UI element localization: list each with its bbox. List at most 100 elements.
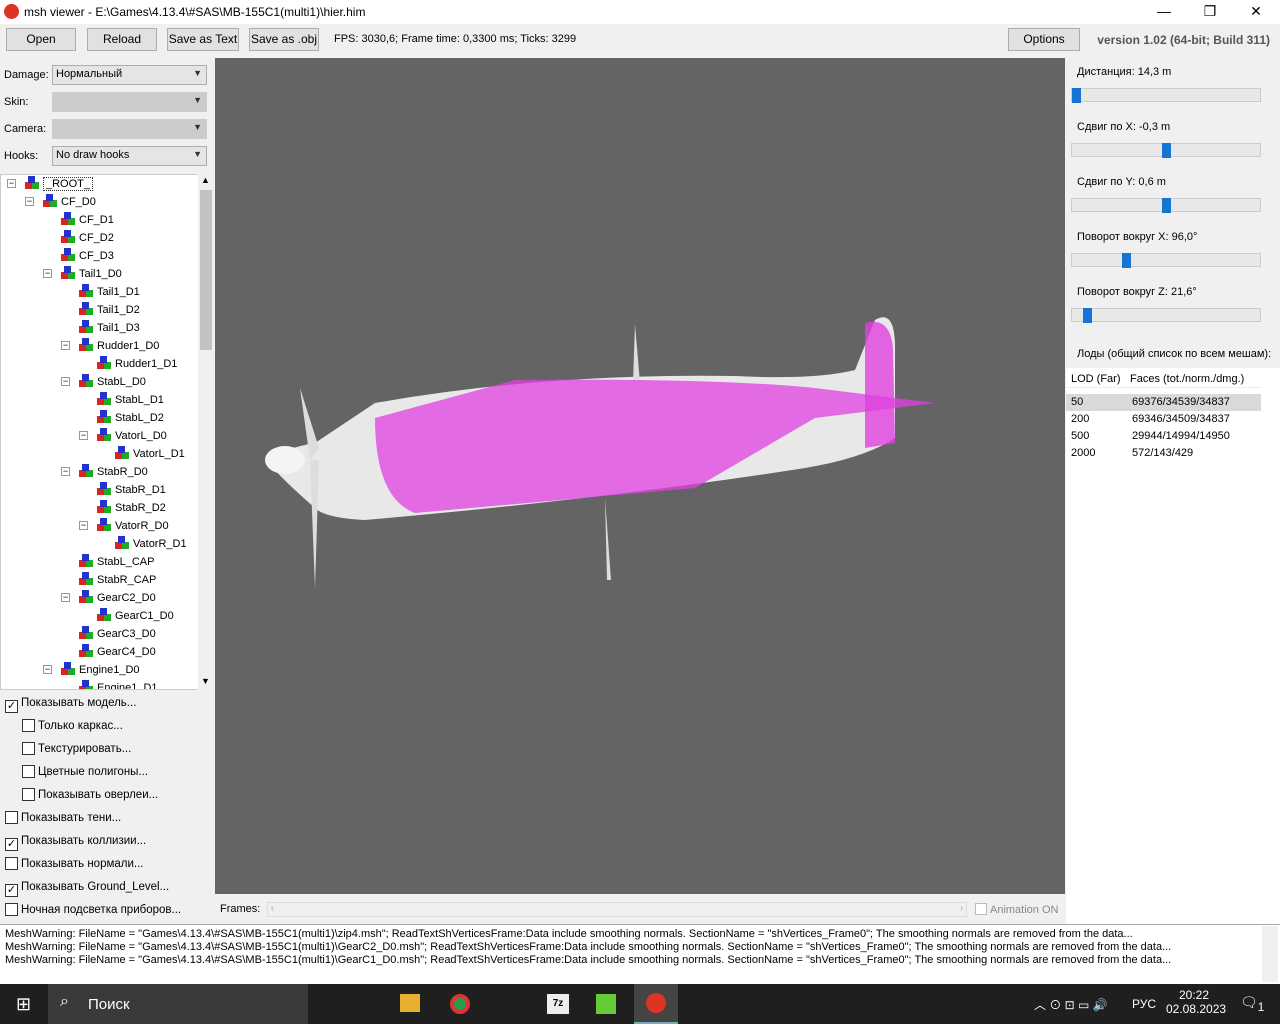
checkbox-option[interactable]: Цветные полигоны... — [22, 764, 148, 782]
tree-node[interactable]: GearC1_D0 — [97, 607, 174, 625]
collapse-icon[interactable]: − — [61, 593, 70, 602]
language-indicator[interactable]: РУС — [1132, 997, 1156, 1011]
slider-thumb[interactable] — [1072, 88, 1081, 103]
faces-header[interactable]: Faces (tot./norm./dmg.) — [1130, 373, 1244, 385]
checkbox[interactable] — [5, 811, 18, 824]
hierarchy-tree[interactable]: − _ROOT_ − CF_D0 CF_D1 CF_D2 CF_D3− Tail1_D0 Tai… — [0, 174, 214, 690]
tree-node[interactable]: − GearC2_D0 — [61, 589, 156, 607]
notifications-icon[interactable]: 🗨1 — [1240, 994, 1264, 1014]
tree-scrollbar[interactable]: ▲ ▼ — [198, 174, 214, 690]
tree-node[interactable]: − Rudder1_D0 — [61, 337, 159, 355]
scrollbar-thumb[interactable] — [200, 190, 212, 350]
checkbox[interactable] — [5, 857, 18, 870]
collapse-icon[interactable]: − — [79, 431, 88, 440]
animation-checkbox[interactable]: Animation ON — [975, 903, 1058, 916]
tree-node[interactable]: StabR_CAP — [79, 571, 156, 589]
tree-node[interactable]: CF_D1 — [61, 211, 114, 229]
tree-node[interactable]: StabR_D2 — [97, 499, 166, 517]
checkbox-option[interactable]: Показывать нормали... — [5, 856, 144, 874]
checkbox-option[interactable]: Показывать тени... — [5, 810, 121, 828]
collapse-icon[interactable]: − — [43, 665, 52, 674]
tree-node[interactable]: GearC3_D0 — [79, 625, 156, 643]
checkbox[interactable]: ✓ — [5, 700, 18, 713]
slider[interactable] — [1071, 198, 1261, 213]
chrome-icon[interactable] — [450, 994, 470, 1014]
tree-node[interactable]: Tail1_D2 — [79, 301, 140, 319]
close-button[interactable]: ✕ — [1233, 0, 1279, 24]
collapse-icon[interactable]: − — [43, 269, 52, 278]
tray-icons[interactable]: ︿ ⊙ ⊡ ▭ 🔊 — [1034, 996, 1108, 1013]
scroll-up-icon[interactable]: ▲ — [201, 175, 210, 185]
damage-select[interactable]: Нормальный ▼ — [52, 65, 207, 85]
slider-thumb[interactable] — [1162, 143, 1171, 158]
checkbox-option[interactable]: Показывать оверлеи... — [22, 787, 158, 805]
tree-node[interactable]: CF_D3 — [61, 247, 114, 265]
checkbox[interactable] — [5, 903, 18, 916]
checkbox-option[interactable]: Только каркас... — [22, 718, 123, 736]
lod-header[interactable]: LOD (Far) — [1071, 373, 1121, 385]
tree-node[interactable]: GearC4_D0 — [79, 643, 156, 661]
explorer-icon[interactable] — [400, 994, 420, 1012]
tree-node[interactable]: − StabR_D0 — [61, 463, 148, 481]
checkbox-option[interactable]: Ночная подсветка приборов... — [5, 902, 181, 920]
collapse-icon[interactable]: − — [61, 467, 70, 476]
tree-node[interactable]: − Tail1_D0 — [43, 265, 122, 283]
collapse-icon[interactable]: − — [61, 377, 70, 386]
options-button[interactable]: Options — [1008, 28, 1080, 51]
reload-button[interactable]: Reload — [87, 28, 157, 51]
scroll-down-icon[interactable]: ▼ — [201, 676, 210, 686]
slider-thumb[interactable] — [1082, 308, 1092, 323]
slider[interactable] — [1071, 253, 1261, 268]
tree-node[interactable]: StabL_D2 — [97, 409, 164, 427]
checkbox-option[interactable]: ✓ Показывать модель... — [5, 695, 136, 713]
tree-node[interactable]: VatorR_D1 — [115, 535, 187, 553]
lod-row[interactable]: 2000 572/143/429 — [1066, 445, 1261, 462]
tree-node[interactable]: − VatorR_D0 — [79, 517, 169, 535]
collapse-icon[interactable]: − — [61, 341, 70, 350]
tree-node[interactable]: StabL_D1 — [97, 391, 164, 409]
clock[interactable]: 20:22 02.08.2023 — [1166, 988, 1226, 1016]
lod-row[interactable]: 200 69346/34509/34837 — [1066, 411, 1261, 428]
checkbox[interactable] — [22, 788, 35, 801]
tree-node[interactable]: − StabL_D0 — [61, 373, 146, 391]
tree-node[interactable]: Rudder1_D1 — [97, 355, 177, 373]
hooks-select[interactable]: No draw hooks ▼ — [52, 146, 207, 166]
checkbox[interactable] — [22, 742, 35, 755]
lod-table[interactable]: LOD (Far) Faces (tot./norm./dmg.) 50 6937… — [1066, 368, 1280, 924]
maximize-button[interactable]: ❐ — [1187, 0, 1233, 24]
slider-thumb[interactable] — [1122, 253, 1132, 268]
minimize-button[interactable]: — — [1141, 0, 1187, 24]
app-icon-taskbar[interactable] — [596, 994, 616, 1014]
checkbox[interactable]: ✓ — [5, 884, 18, 897]
skin-select[interactable]: ▼ — [52, 92, 207, 112]
checkbox-option[interactable]: ✓ Показывать Ground_Level... — [5, 879, 169, 897]
camera-select[interactable]: ▼ — [52, 119, 207, 139]
checkbox[interactable] — [22, 765, 35, 778]
lod-row[interactable]: 500 29944/14994/14950 — [1066, 428, 1261, 445]
tree-node[interactable]: − VatorL_D0 — [79, 427, 167, 445]
msh-viewer-taskbar-button[interactable] — [634, 984, 678, 1024]
log-scrollbar[interactable] — [1262, 926, 1278, 982]
slider-thumb[interactable] — [1162, 198, 1171, 213]
tree-node[interactable]: Engine1_D1 — [79, 679, 158, 689]
tree-node[interactable]: StabL_CAP — [79, 553, 154, 571]
collapse-icon[interactable]: − — [7, 179, 16, 188]
save-as-obj-button[interactable]: Save as .obj — [249, 28, 319, 51]
log-panel[interactable]: MeshWarning: FileName = "Games\4.13.4\#S… — [0, 924, 1280, 984]
taskbar-search[interactable]: ⌕ Поиск — [48, 984, 308, 1024]
frames-slider[interactable]: ‹ › — [267, 902, 967, 917]
tree-node[interactable]: VatorL_D1 — [115, 445, 185, 463]
tree-node[interactable]: − _ROOT_ — [7, 175, 94, 193]
windows-start-icon[interactable]: ⊞ — [16, 994, 31, 1015]
checkbox-option[interactable]: Текстурировать... — [22, 741, 131, 759]
7zip-icon[interactable]: 7z — [547, 994, 569, 1014]
3d-viewport[interactable] — [215, 58, 1065, 894]
collapse-icon[interactable]: − — [25, 197, 34, 206]
slider[interactable] — [1071, 308, 1261, 323]
tree-node[interactable]: − CF_D0 — [25, 193, 96, 211]
checkbox-option[interactable]: ✓ Показывать коллизии... — [5, 833, 146, 851]
checkbox[interactable]: ✓ — [5, 838, 18, 851]
collapse-icon[interactable]: − — [79, 521, 88, 530]
save-as-text-button[interactable]: Save as Text — [167, 28, 239, 51]
tree-node[interactable]: Tail1_D3 — [79, 319, 140, 337]
